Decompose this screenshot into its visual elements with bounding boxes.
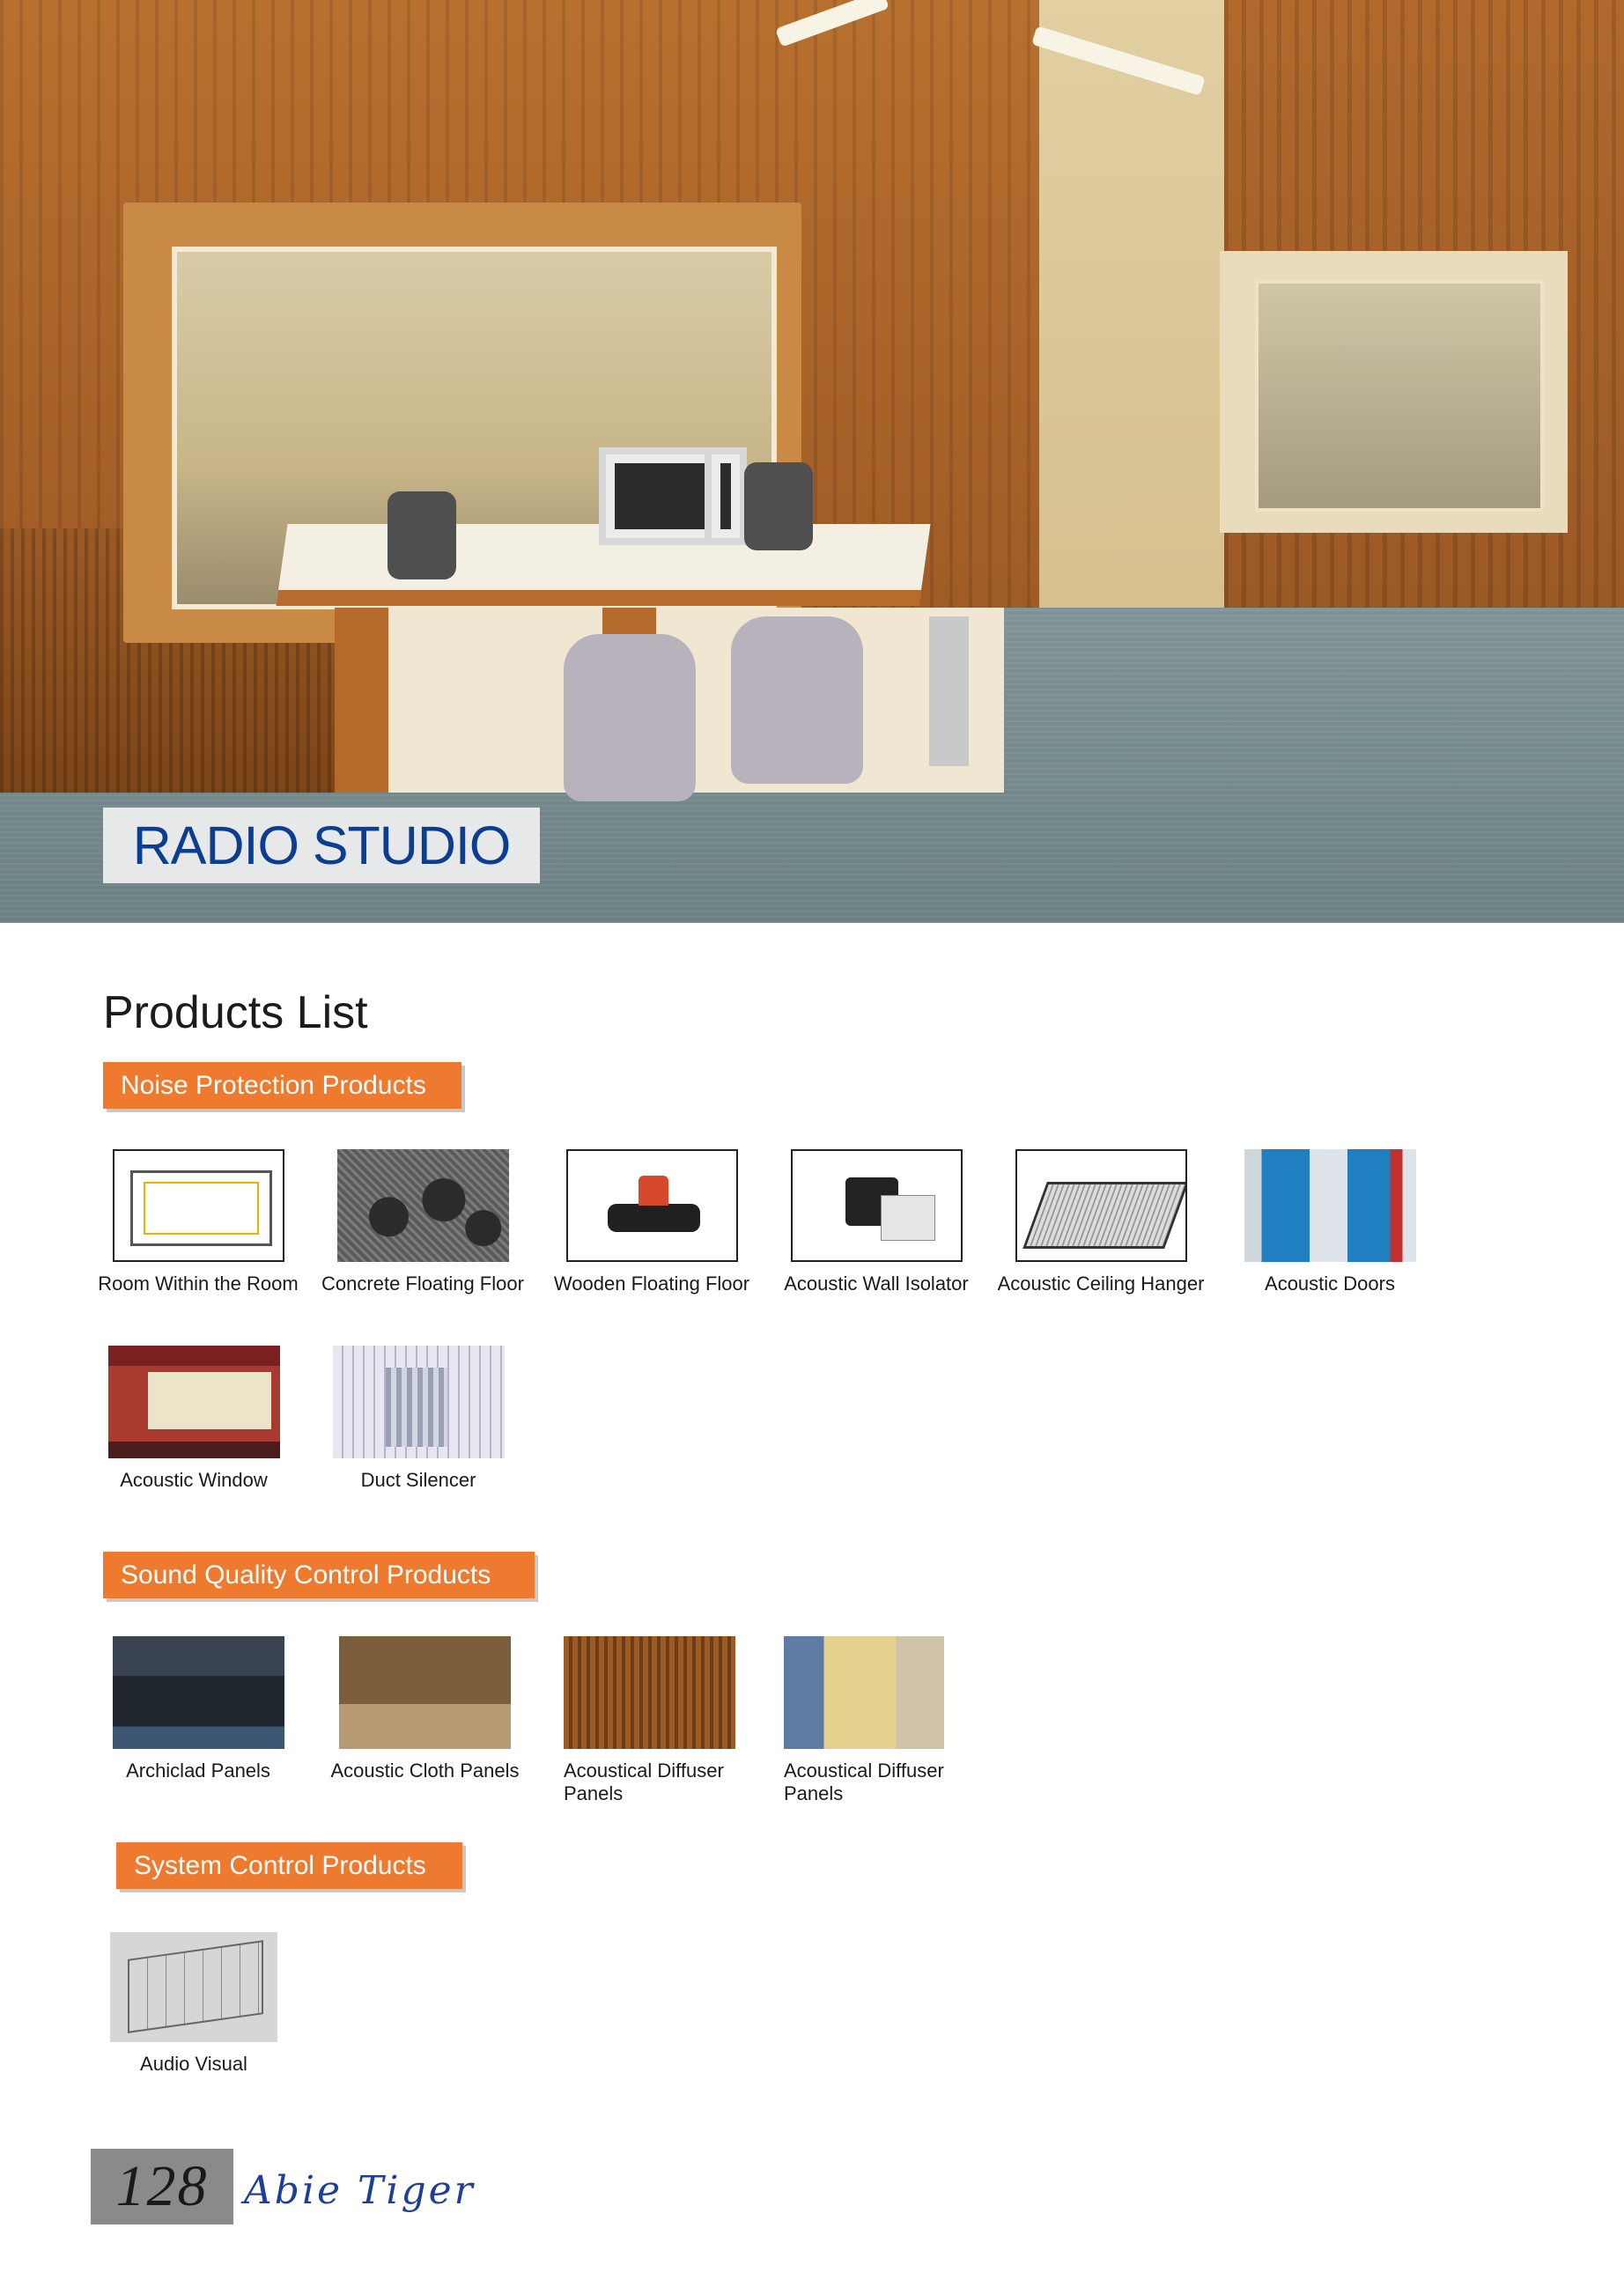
product-acoustic-cloth-panels[interactable]: Acoustic Cloth Panels xyxy=(313,1636,537,1782)
hero-title: RADIO STUDIO xyxy=(132,815,512,875)
hero-monitor xyxy=(705,447,747,545)
concrete-floating-floor-icon xyxy=(336,1149,509,1262)
product-label: Room Within the Room xyxy=(98,1273,299,1295)
product-label: Acoustic Window xyxy=(120,1469,268,1491)
hero-chair xyxy=(731,616,863,784)
page-number: 128 xyxy=(115,2154,209,2218)
archiclad-panels-icon xyxy=(112,1636,284,1749)
duct-silencer-icon xyxy=(332,1346,505,1458)
hero-speaker xyxy=(388,491,456,579)
section-heading-noise-protection: Noise Protection Products xyxy=(103,1062,461,1109)
hero-side-window xyxy=(1255,280,1544,512)
section-heading-label: Sound Quality Control Products xyxy=(121,1560,491,1590)
product-label: Acoustic Doors xyxy=(1265,1273,1395,1295)
acoustic-ceiling-hanger-icon xyxy=(1015,1149,1187,1262)
product-label: Concrete Floating Floor xyxy=(321,1273,524,1295)
hero-chair xyxy=(564,634,696,801)
hero-computer-tower xyxy=(929,616,969,766)
product-label: Acoustic Ceiling Hanger xyxy=(997,1273,1205,1295)
product-label: Duct Silencer xyxy=(360,1469,476,1491)
hero-title-box: RADIO STUDIO xyxy=(103,808,540,883)
section-heading-label: Noise Protection Products xyxy=(121,1070,426,1100)
room-within-room-icon xyxy=(112,1149,284,1262)
product-archiclad-panels[interactable]: Archiclad Panels xyxy=(88,1636,308,1782)
product-audio-visual[interactable]: Audio Visual xyxy=(88,1932,299,2076)
section-heading-system-control: System Control Products xyxy=(116,1842,462,1889)
product-label: Archiclad Panels xyxy=(126,1760,270,1782)
product-acoustical-diffuser-panels[interactable]: Acoustical Diffuser Panels xyxy=(564,1636,749,1805)
acoustic-window-icon xyxy=(107,1346,280,1458)
product-wooden-floating-floor[interactable]: Wooden Floating Floor xyxy=(542,1149,762,1295)
product-label: Acoustic Wall Isolator xyxy=(784,1273,969,1295)
section-heading-sound-quality-control: Sound Quality Control Products xyxy=(103,1552,535,1598)
acoustic-wall-isolator-icon xyxy=(790,1149,963,1262)
acoustical-diffuser-panels-icon xyxy=(784,1636,944,1749)
product-label: Acoustic Cloth Panels xyxy=(330,1760,520,1782)
section-heading-label: System Control Products xyxy=(134,1850,426,1880)
hero-ceiling-lamp xyxy=(775,0,890,48)
product-label: Audio Visual xyxy=(140,2053,247,2075)
acoustical-diffuser-panels-icon xyxy=(564,1636,735,1749)
product-label: Acoustical Diffuser Panels xyxy=(564,1760,724,1804)
product-concrete-floating-floor[interactable]: Concrete Floating Floor xyxy=(313,1149,533,1295)
product-acoustic-doors[interactable]: Acoustic Doors xyxy=(1220,1149,1440,1295)
product-label: Wooden Floating Floor xyxy=(553,1273,750,1295)
hero-photo: RADIO STUDIO xyxy=(0,0,1624,923)
products-list-title: Products List xyxy=(103,987,368,1038)
page-number-box: 128 xyxy=(91,2149,233,2224)
product-room-within-the-room[interactable]: Room Within the Room xyxy=(88,1149,308,1295)
brand-logo-text: Abie Tiger xyxy=(244,2168,476,2213)
acoustic-doors-icon xyxy=(1244,1149,1416,1262)
audio-visual-icon xyxy=(110,1932,277,2042)
acoustic-cloth-panels-icon xyxy=(339,1636,511,1749)
hero-speaker xyxy=(744,462,813,550)
product-acoustical-diffuser-panels-2[interactable]: Acoustical Diffuser Panels xyxy=(784,1636,969,1805)
product-duct-silencer[interactable]: Duct Silencer xyxy=(313,1346,524,1492)
product-acoustic-window[interactable]: Acoustic Window xyxy=(88,1346,299,1492)
product-label: Acoustical Diffuser Panels xyxy=(784,1760,944,1804)
product-acoustic-wall-isolator[interactable]: Acoustic Wall Isolator xyxy=(766,1149,986,1295)
product-acoustic-ceiling-hanger[interactable]: Acoustic Ceiling Hanger xyxy=(986,1149,1215,1295)
wooden-floating-floor-icon xyxy=(565,1149,738,1262)
